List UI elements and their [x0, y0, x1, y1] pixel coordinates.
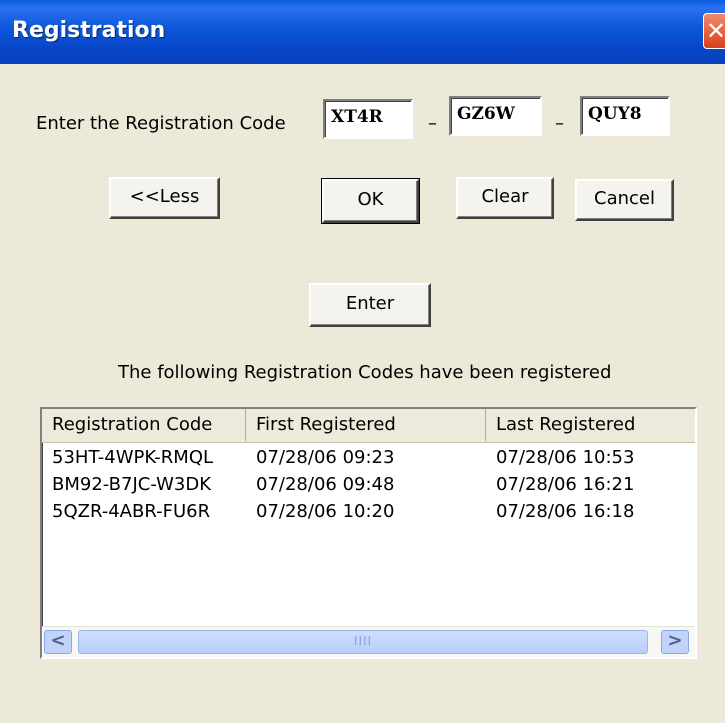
less-button[interactable]: <<Less: [109, 177, 220, 219]
registration-code-cell: BM92-B7JC-W3DK: [52, 474, 211, 495]
registration-code-cell: 5QZR-4ABR-FU6R: [52, 501, 211, 522]
list-header: Registration Code First Registered Last …: [42, 409, 695, 443]
list-item[interactable]: 5QZR-4ABR-FU6R 07/28/06 10:20 07/28/06 1…: [42, 499, 695, 526]
code-field-1[interactable]: XT4R: [323, 99, 413, 139]
column-header-first-registered[interactable]: First Registered: [246, 409, 486, 441]
last-registered-cell: 07/28/06 16:18: [496, 501, 635, 522]
clear-button[interactable]: Clear: [456, 177, 554, 219]
registered-codes-list[interactable]: Registration Code First Registered Last …: [40, 407, 697, 659]
ok-button[interactable]: OK: [321, 178, 420, 224]
scrollbar-thumb[interactable]: IIII: [78, 630, 648, 654]
code-field-2[interactable]: GZ6W: [449, 96, 542, 136]
code-separator: –: [555, 113, 564, 134]
close-icon[interactable]: ✕: [703, 13, 725, 49]
first-registered-cell: 07/28/06 09:48: [256, 474, 395, 495]
registration-code-cell: 53HT-4WPK-RMQL: [52, 447, 214, 468]
registration-code-prompt: Enter the Registration Code: [36, 113, 286, 134]
list-item[interactable]: 53HT-4WPK-RMQL 07/28/06 09:23 07/28/06 1…: [42, 445, 695, 472]
chevron-right-icon[interactable]: >: [661, 630, 689, 654]
enter-button[interactable]: Enter: [309, 283, 431, 327]
first-registered-cell: 07/28/06 10:20: [256, 501, 395, 522]
horizontal-scrollbar[interactable]: < IIII >: [42, 626, 695, 657]
list-rows: 53HT-4WPK-RMQL 07/28/06 09:23 07/28/06 1…: [42, 445, 695, 526]
chevron-left-icon[interactable]: <: [44, 630, 72, 654]
column-header-last-registered[interactable]: Last Registered: [486, 409, 695, 441]
code-field-3[interactable]: QUY8: [580, 96, 670, 136]
list-item[interactable]: BM92-B7JC-W3DK 07/28/06 09:48 07/28/06 1…: [42, 472, 695, 499]
column-header-registration-code[interactable]: Registration Code: [42, 409, 246, 441]
title-bar[interactable]: Registration ✕: [0, 0, 725, 64]
window-title: Registration: [12, 18, 166, 43]
last-registered-cell: 07/28/06 10:53: [496, 447, 635, 468]
registered-codes-caption: The following Registration Codes have be…: [118, 362, 612, 383]
code-separator: –: [428, 113, 437, 134]
cancel-button[interactable]: Cancel: [575, 179, 674, 221]
last-registered-cell: 07/28/06 16:21: [496, 474, 635, 495]
first-registered-cell: 07/28/06 09:23: [256, 447, 395, 468]
